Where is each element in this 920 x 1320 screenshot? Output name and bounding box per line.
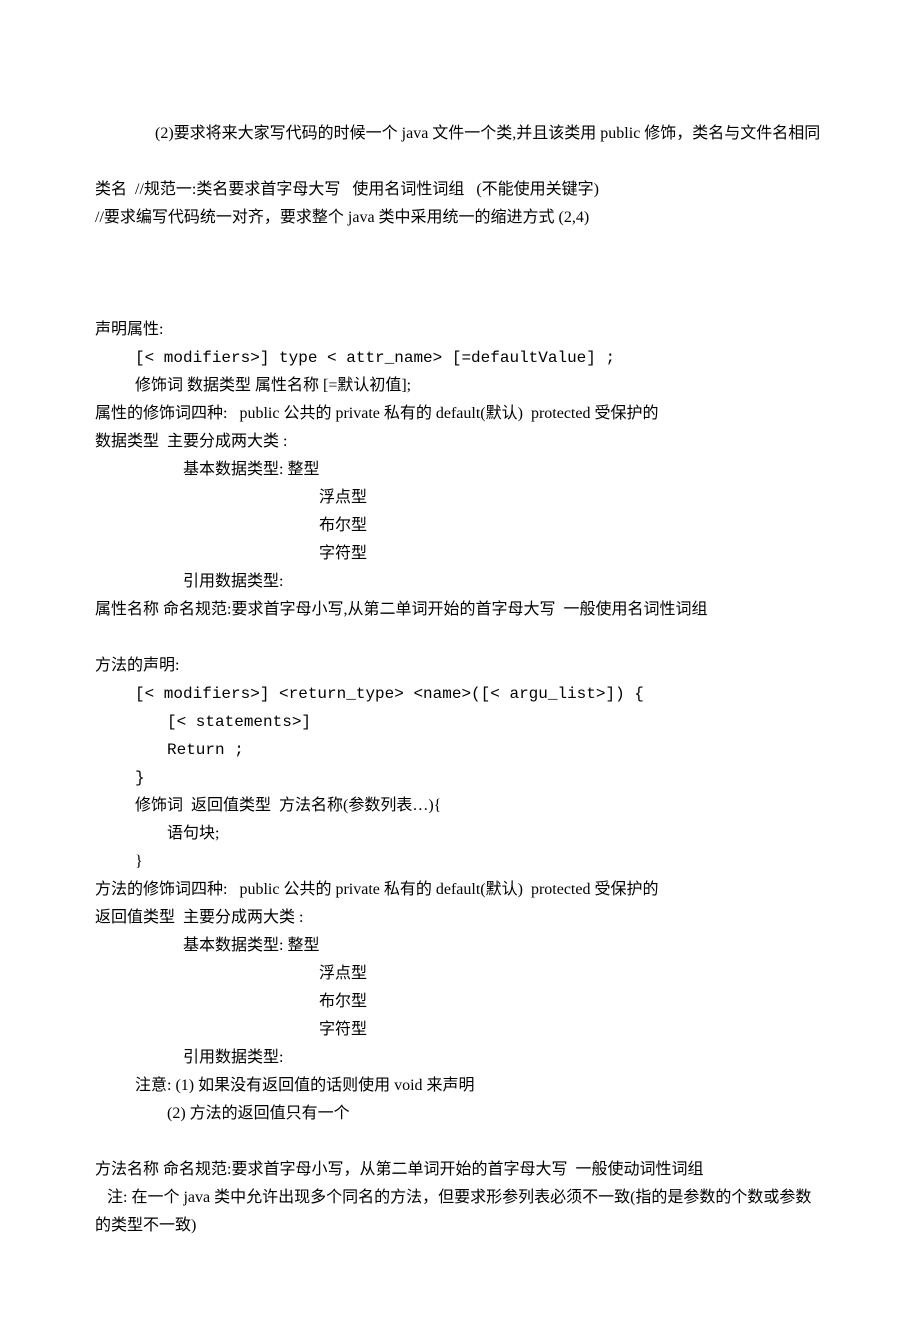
spacer [95,624,825,652]
text-line: 声明属性: [95,316,825,344]
text-line: 基本数据类型: 整型 [95,932,825,960]
text-line: 浮点型 [95,960,825,988]
text-line: 字符型 [95,540,825,568]
code-line: Return ; [95,736,825,764]
text-line: (2) 方法的返回值只有一个 [95,1100,825,1128]
text-line: 数据类型 主要分成两大类 : [95,428,825,456]
code-line: [< modifiers>] type < attr_name> [=defau… [95,344,825,372]
text-line: (2)要求将来大家写代码的时候一个 java 文件一个类,并且该类用 publi… [95,120,825,148]
text-line: 修饰词 数据类型 属性名称 [=默认初值]; [95,372,825,400]
text-line: 类名 //规范一:类名要求首字母大写 使用名词性词组 (不能使用关键字) [95,176,825,204]
text-line: 方法的声明: [95,652,825,680]
text-line: 修饰词 返回值类型 方法名称(参数列表…){ [95,792,825,820]
spacer [95,232,825,288]
text-line: 引用数据类型: [95,568,825,596]
text-line: 语句块; [95,820,825,848]
text-line: 字符型 [95,1016,825,1044]
spacer [95,1128,825,1156]
text-line: 属性的修饰词四种: public 公共的 private 私有的 default… [95,400,825,428]
code-line: } [95,764,825,792]
text-line: 布尔型 [95,512,825,540]
text-line: 属性名称 命名规范:要求首字母小写,从第二单词开始的首字母大写 一般使用名词性词… [95,596,825,624]
code-line: [< statements>] [95,708,825,736]
text-line: 引用数据类型: [95,1044,825,1072]
text-line: } [95,848,825,876]
spacer [95,148,825,176]
text-line: 方法的修饰词四种: public 公共的 private 私有的 default… [95,876,825,904]
text-line: 注意: (1) 如果没有返回值的话则使用 void 来声明 [95,1072,825,1100]
text-line: 基本数据类型: 整型 [95,456,825,484]
text-line: 布尔型 [95,988,825,1016]
spacer [95,288,825,316]
text-line: 注: 在一个 java 类中允许出现多个同名的方法，但要求形参列表必须不一致(指… [95,1184,825,1240]
text-line: 浮点型 [95,484,825,512]
code-line: [< modifiers>] <return_type> <name>([< a… [95,680,825,708]
text-line: 方法名称 命名规范:要求首字母小写，从第二单词开始的首字母大写 一般使动词性词组 [95,1156,825,1184]
text-line: 返回值类型 主要分成两大类 : [95,904,825,932]
text-line: //要求编写代码统一对齐，要求整个 java 类中采用统一的缩进方式 (2,4) [95,204,825,232]
